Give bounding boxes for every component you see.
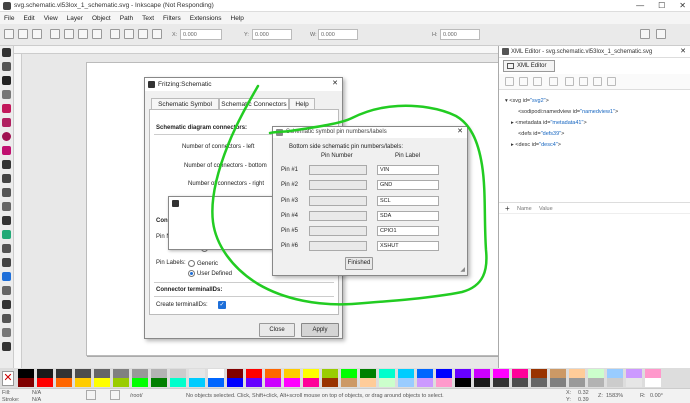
color-swatch[interactable] [227, 369, 243, 378]
color-swatch[interactable] [246, 369, 262, 378]
color-swatch[interactable] [37, 378, 53, 387]
color-swatch[interactable] [208, 369, 224, 378]
color-swatch[interactable] [151, 378, 167, 387]
color-swatch[interactable] [56, 369, 72, 378]
color-palette: ✕ [0, 368, 690, 388]
cursor-x-value: 0.32 [578, 390, 589, 396]
color-swatch[interactable] [284, 378, 300, 387]
rotation-label: R: [640, 393, 646, 399]
color-swatch[interactable] [607, 378, 623, 387]
color-swatch[interactable] [18, 369, 34, 378]
color-swatch[interactable] [113, 369, 129, 378]
color-swatch[interactable] [379, 369, 395, 378]
green-annotation-stroke [211, 84, 488, 306]
color-swatch[interactable] [170, 378, 186, 387]
current-layer[interactable]: /root/ [130, 393, 143, 399]
color-swatch[interactable] [398, 369, 414, 378]
color-swatch[interactable] [436, 378, 452, 387]
layer-toggle-icon[interactable] [110, 390, 120, 400]
color-swatch[interactable] [227, 378, 243, 387]
color-swatch[interactable] [493, 369, 509, 378]
color-swatch[interactable] [626, 378, 642, 387]
cursor-x-label: X: [566, 390, 572, 396]
color-swatch[interactable] [246, 378, 262, 387]
cursor-y-label: Y: [566, 397, 571, 403]
color-swatch[interactable] [531, 369, 547, 378]
zoom-label: Z: [598, 393, 603, 399]
color-swatch[interactable] [550, 378, 566, 387]
color-swatch[interactable] [360, 378, 376, 387]
color-swatch[interactable] [132, 369, 148, 378]
color-swatch[interactable] [512, 369, 528, 378]
opacity-field[interactable] [86, 390, 96, 400]
color-swatch[interactable] [322, 378, 338, 387]
cursor-y-value: 0.39 [578, 397, 589, 403]
color-swatch[interactable] [189, 378, 205, 387]
status-message: No objects selected. Click, Shift+click,… [186, 393, 444, 399]
color-swatch[interactable] [341, 378, 357, 387]
stroke-label: Stroke: [2, 397, 20, 403]
color-swatch[interactable] [626, 369, 642, 378]
color-swatch[interactable] [18, 378, 34, 387]
color-swatch[interactable] [493, 378, 509, 387]
color-swatch[interactable] [455, 369, 471, 378]
color-swatch[interactable] [75, 369, 91, 378]
color-swatch[interactable] [75, 378, 91, 387]
color-swatch[interactable] [303, 369, 319, 378]
color-swatch[interactable] [550, 369, 566, 378]
color-swatch[interactable] [417, 378, 433, 387]
no-paint-swatch[interactable]: ✕ [2, 371, 14, 386]
color-swatch[interactable] [37, 369, 53, 378]
color-swatch[interactable] [474, 378, 490, 387]
fill-label: Fill: [2, 390, 11, 396]
color-swatch[interactable] [94, 378, 110, 387]
color-swatch[interactable] [588, 378, 604, 387]
color-swatch[interactable] [436, 369, 452, 378]
color-swatch[interactable] [645, 369, 661, 378]
rotation-value[interactable]: 0.00° [650, 393, 663, 399]
status-bar: Fill: N/A Stroke: N/A /root/ No objects … [0, 388, 690, 403]
color-swatch[interactable] [398, 378, 414, 387]
color-swatch[interactable] [208, 378, 224, 387]
color-swatch[interactable] [303, 378, 319, 387]
fill-value: N/A [32, 390, 42, 396]
color-swatch[interactable] [512, 378, 528, 387]
color-swatch[interactable] [607, 369, 623, 378]
color-swatch[interactable] [569, 378, 585, 387]
color-swatch[interactable] [56, 378, 72, 387]
color-swatch[interactable] [531, 378, 547, 387]
color-swatch[interactable] [94, 369, 110, 378]
color-swatch[interactable] [322, 369, 338, 378]
color-swatch[interactable] [455, 378, 471, 387]
color-swatch[interactable] [645, 378, 661, 387]
color-swatch[interactable] [569, 369, 585, 378]
color-swatch[interactable] [284, 369, 300, 378]
color-swatch[interactable] [360, 369, 376, 378]
stroke-value: N/A [32, 397, 42, 403]
color-swatch[interactable] [379, 378, 395, 387]
color-swatch[interactable] [151, 369, 167, 378]
color-swatch[interactable] [170, 369, 186, 378]
color-swatch[interactable] [113, 378, 129, 387]
color-swatch[interactable] [341, 369, 357, 378]
color-swatch[interactable] [474, 369, 490, 378]
zoom-value[interactable]: 1583% [606, 393, 623, 399]
color-swatch[interactable] [265, 369, 281, 378]
color-swatch[interactable] [132, 378, 148, 387]
color-swatch[interactable] [417, 369, 433, 378]
color-swatch[interactable] [588, 369, 604, 378]
color-swatch[interactable] [189, 369, 205, 378]
color-swatch[interactable] [265, 378, 281, 387]
